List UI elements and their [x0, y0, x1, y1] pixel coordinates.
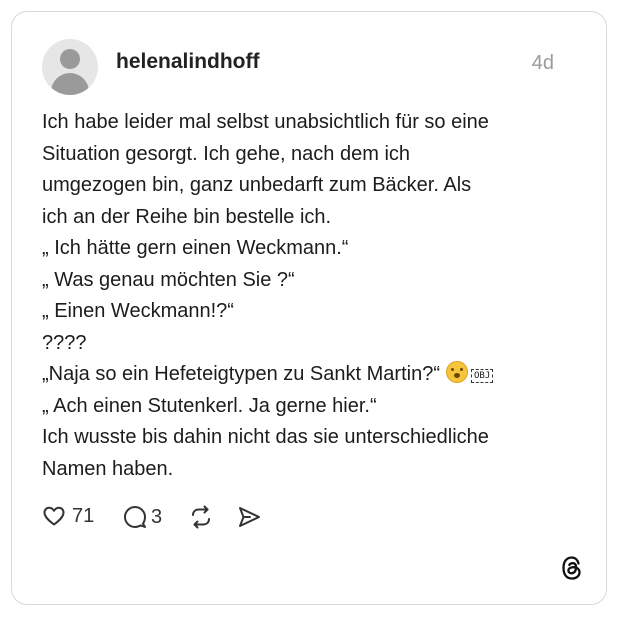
post-line: „ Ich hätte gern einen Weckmann.“: [42, 237, 349, 259]
heart-icon: [43, 506, 65, 526]
repost-icon: [192, 505, 210, 529]
face-emoji-icon: [445, 361, 468, 383]
post-line: Ich wusste bis dahin nicht das sie unter…: [42, 426, 489, 448]
post-line: „ Was genau möchten Sie ?“: [42, 268, 295, 291]
username[interactable]: helenalindhoff: [116, 50, 260, 74]
post-line: ich an der Reihe bin bestelle ich.: [42, 205, 332, 228]
avatar[interactable]: [42, 39, 98, 95]
share-icon: [239, 507, 260, 527]
post-line: „ Einen Weckmann!?“: [42, 300, 234, 322]
like-button[interactable]: 71: [42, 504, 94, 528]
post-time: 4d: [531, 52, 554, 74]
post-line: ????: [42, 331, 87, 354]
post-line: Namen haben.: [42, 457, 174, 480]
post-card: helenalindhoff 4d Ich habe leider mal se…: [11, 11, 607, 605]
reply-button[interactable]: 3: [122, 504, 162, 530]
reply-count: 3: [151, 505, 163, 528]
obj-placeholder: OBJ: [470, 369, 494, 383]
share-button[interactable]: [236, 504, 262, 530]
post-text: Ich habe leider mal selbst unabsichtlich…: [42, 107, 582, 485]
post-line: „ Ach einen Stutenkerl. Ja gerne hier.“: [42, 394, 377, 417]
avatar-shoulders: [51, 73, 89, 95]
post-line-text: „Naja so ein Hefeteigtypen zu Sankt Mart…: [42, 363, 440, 385]
threads-logo-icon[interactable]: [559, 554, 585, 582]
like-count: 71: [72, 504, 95, 527]
comment-icon: [124, 506, 146, 528]
post-line: Situation gesorgt. Ich gehe, nach dem ic…: [42, 142, 411, 165]
post-line: Ich habe leider mal selbst unabsichtlich…: [42, 111, 489, 133]
post-line-with-emoji: „Naja so ein Hefeteigtypen zu Sankt Mart…: [42, 359, 582, 391]
repost-button[interactable]: [188, 504, 214, 530]
avatar-head: [60, 49, 80, 69]
post-line: umgezogen bin, ganz unbedarft zum Bäcker…: [42, 174, 472, 196]
